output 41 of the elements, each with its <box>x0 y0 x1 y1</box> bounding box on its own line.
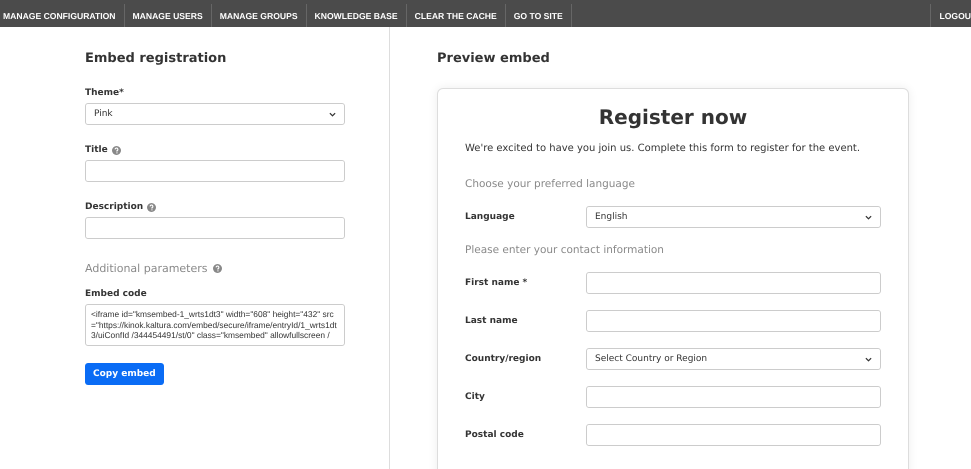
section-title: Preview embed <box>437 51 551 66</box>
nav-link[interactable]: MANAGE GROUPS <box>212 4 307 27</box>
help-icon[interactable] <box>147 202 156 212</box>
field-label: Description <box>85 202 144 212</box>
help-icon[interactable] <box>112 146 121 154</box>
field-label: Title <box>85 145 108 155</box>
theme-dropdown[interactable]: Pink <box>85 103 345 125</box>
subsection-title: Additional parameters <box>85 262 208 275</box>
nav-link[interactable]: MANAGE CONFIGURATION <box>0 4 125 27</box>
nav-link[interactable]: GO TO SITE <box>506 4 572 27</box>
nav-link[interactable]: MANAGE USERS <box>124 4 212 27</box>
input-field[interactable] <box>85 160 345 182</box>
embed-code-field[interactable]: <iframe id="kmsembed-1_wrts1dt3" width="608" height="432" src="https://kinok.kaltura.com/embed/secure/iframe/entryId/1_wrts1dt3/uiConfId /344454491/st/0" class="kmsembed" allowfullscreen / <box>85 304 345 346</box>
chevron-down-icon <box>865 214 872 220</box>
chevron-down-icon <box>329 112 336 116</box>
field-label: City <box>465 392 486 402</box>
section-title: Embed registration <box>85 51 228 66</box>
field-label: Postal code <box>465 430 525 440</box>
input-field[interactable] <box>85 217 345 239</box>
field-label: Country/region <box>465 354 542 364</box>
field-label: Last name <box>465 316 519 326</box>
form-section-title: Choose your preferred language <box>465 178 636 190</box>
field-label: Language <box>465 212 516 222</box>
form-intro: We're excited to have you join us. Complete this form to register for the event. <box>465 143 862 154</box>
nav-link[interactable]: KNOWLEDGE BASE <box>306 4 407 27</box>
field-label: First name * <box>465 278 528 288</box>
dropdown-field[interactable]: Select Country or Region <box>586 348 881 370</box>
input-field[interactable] <box>586 386 881 408</box>
field-label: Embed code <box>85 289 147 299</box>
copy-embed-button[interactable]: Copy embed <box>85 362 164 384</box>
chevron-down-icon <box>865 356 872 362</box>
nav-link[interactable]: CLEAR THE CACHE <box>406 4 506 27</box>
input-field[interactable] <box>586 424 881 446</box>
dropdown-field[interactable]: English <box>586 206 881 228</box>
input-field[interactable] <box>586 272 881 294</box>
logout-link[interactable]: LOGOU <box>930 4 971 27</box>
field-label: Theme* <box>85 88 124 98</box>
form-section-title: Please enter your contact information <box>465 244 665 256</box>
form-heading: Register now <box>598 105 748 129</box>
help-icon[interactable] <box>212 264 222 273</box>
input-field[interactable] <box>586 310 881 332</box>
